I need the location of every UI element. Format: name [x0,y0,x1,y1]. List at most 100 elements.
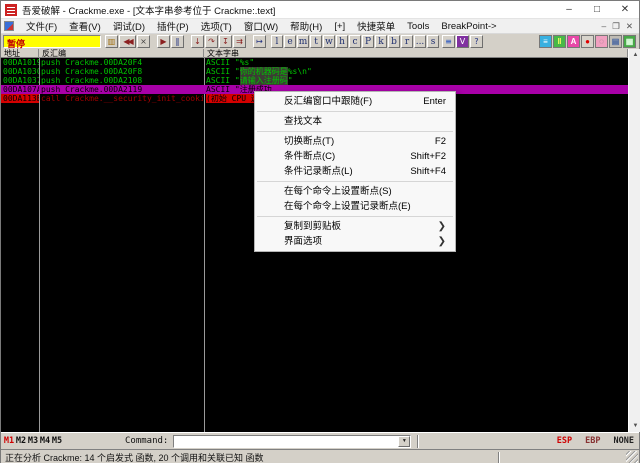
plugin-icon[interactable]: ‖ [553,35,566,48]
table-row[interactable]: 00DA1019push Crackme.00DA20F4ASCII "%s" [1,58,628,67]
plugin-icon[interactable]: ◌ [595,35,608,48]
shortcut-label: Enter [413,94,446,109]
restart-icon[interactable]: ◀◀ [119,35,136,48]
register-indicator-ebp[interactable]: EBP [585,436,600,446]
menu-item[interactable]: BreakPoint-> [435,19,502,33]
shortcut-label: Shift+F2 [400,149,446,164]
window-letter-button[interactable]: ... [414,35,426,48]
column-header-address[interactable]: 地址 [1,49,39,58]
execute-till-return-icon[interactable]: ↦ [253,35,266,48]
plugin-icon[interactable]: ▦ [623,35,636,48]
menu-separator [257,216,453,217]
m1-button[interactable]: M1 [3,436,15,446]
help-icon[interactable]: ? [470,35,483,48]
shortcut-label: Shift+F4 [400,164,446,179]
menu-item[interactable]: 选项(T) [195,19,238,33]
window-letter-button[interactable]: r [401,35,413,48]
windows-list-icon[interactable]: ≡ [442,35,455,48]
scroll-up-icon[interactable]: ▲ [629,49,640,61]
context-menu-item[interactable]: 查找文本 [255,114,455,129]
disasm-cell: push Crackme.00DA20F4 [41,58,203,67]
pause-icon[interactable]: ‖ [171,35,184,48]
window-title: 吾爱破解 - Crackme.exe - [文本字串参考位于 Crackme:.… [22,3,275,17]
window-letter-button[interactable]: P [362,35,374,48]
m4-button[interactable]: M4 [39,436,51,446]
menu-item[interactable]: 查看(V) [63,19,107,33]
window-letter-button[interactable]: c [349,35,361,48]
context-menu-label: 条件记录断点(L) [284,164,353,179]
patches-window-icon[interactable]: V [456,35,469,48]
plugin-icon[interactable]: ▤ [609,35,622,48]
table-row[interactable]: 00DA1030push Crackme.00DA20F8ASCII "你的机器… [1,67,628,76]
step-into-icon[interactable]: ↓ [191,35,204,48]
context-menu-item[interactable]: 条件记录断点(L) Shift+F4 [255,164,455,179]
menu-item[interactable]: 快捷菜单 [351,19,401,33]
close-program-icon[interactable]: × [137,35,150,48]
menu-separator [257,181,453,182]
m5-button[interactable]: M5 [51,436,63,446]
resize-grip[interactable] [626,451,638,463]
command-input[interactable]: ▼ [173,435,411,448]
child-close-button[interactable]: ✕ [626,21,633,32]
context-menu-item[interactable]: 切换断点(T)F2 [255,134,455,149]
menu-item[interactable]: 文件(F) [20,19,63,33]
app-icon [5,4,17,16]
child-minimize-button[interactable]: – [602,21,607,32]
child-window-icon [4,21,14,31]
scroll-down-icon[interactable]: ▼ [629,420,640,432]
submenu-arrow-icon: ❯ [438,219,446,234]
context-menu-label: 在每个命令上设置记录断点(E) [284,199,411,214]
context-menu-item[interactable]: 界面选项❯ [255,234,455,249]
window-letter-button[interactable]: t [310,35,322,48]
window-letter-button[interactable]: s [427,35,439,48]
disasm-cell: push Crackme.00DA20F8 [41,67,203,76]
window-letter-button[interactable]: k [375,35,387,48]
vertical-scrollbar[interactable]: ▲ ▼ [628,49,640,432]
window-letter-button[interactable]: m [297,35,309,48]
m2-button[interactable]: M2 [15,436,27,446]
run-icon[interactable]: ▶ [157,35,170,48]
menu-item[interactable]: 插件(P) [151,19,195,33]
plugin-icon[interactable]: ≡ [539,35,552,48]
table-row[interactable]: 00DA1037push Crackme.00DA2108ASCII "请输入注… [1,76,628,85]
menu-item[interactable]: 调试(D) [107,19,151,33]
step-over-icon[interactable]: ↷ [205,35,218,48]
context-menu-item[interactable]: 复制到剪贴板❯ [255,219,455,234]
menu-item[interactable]: 窗口(W) [238,19,284,33]
address-cell: 00DA1037 [3,76,39,85]
menu-separator [257,111,453,112]
context-menu-item[interactable]: 反汇编窗口中跟随(F) Enter [255,94,455,109]
context-menu-label: 反汇编窗口中跟随(F) [284,94,372,109]
combo-dropdown-button[interactable]: ▼ [398,436,410,447]
window-letter-button[interactable]: b [388,35,400,48]
shortcut-label: F2 [425,134,446,149]
menu-item[interactable]: 帮助(H) [284,19,328,33]
animate-over-icon[interactable]: ⇉ [233,35,246,48]
close-button[interactable]: ✕ [611,1,639,18]
window-letter-button[interactable]: w [323,35,335,48]
register-indicator-none[interactable]: NONE [614,436,634,446]
window-letter-button[interactable]: e [284,35,296,48]
string-text: ASCII " [206,67,240,76]
child-restore-button[interactable]: ❐ [612,21,620,32]
animate-into-icon[interactable]: ↧ [219,35,232,48]
register-indicator-esp[interactable]: ESP [557,436,572,446]
column-header-string[interactable]: 文本字串 [204,49,628,58]
window-letter-button[interactable]: h [336,35,348,48]
plugin-icon[interactable]: A [567,35,580,48]
plugin-icon[interactable]: ● [581,35,594,48]
string-text: " [288,76,293,85]
context-menu-item[interactable]: 条件断点(C)Shift+F2 [255,149,455,164]
window-letter-button[interactable]: l [271,35,283,48]
command-bar: M1M2M3M4M5 Command: ▼ ESPEBPNONE [1,432,639,449]
string-cell: ASCII "%s" [206,58,626,67]
minimize-button[interactable]: – [555,1,583,18]
open-file-icon[interactable]: ▥ [105,35,118,48]
menu-item[interactable]: [+] [328,19,351,33]
column-header-disasm[interactable]: 反汇编 [39,49,204,58]
menu-item[interactable]: Tools [401,19,435,33]
context-menu-item[interactable]: 在每个命令上设置记录断点(E) [255,199,455,214]
maximize-button[interactable]: □ [583,1,611,18]
context-menu-item[interactable]: 在每个命令上设置断点(S) [255,184,455,199]
m3-button[interactable]: M3 [27,436,39,446]
